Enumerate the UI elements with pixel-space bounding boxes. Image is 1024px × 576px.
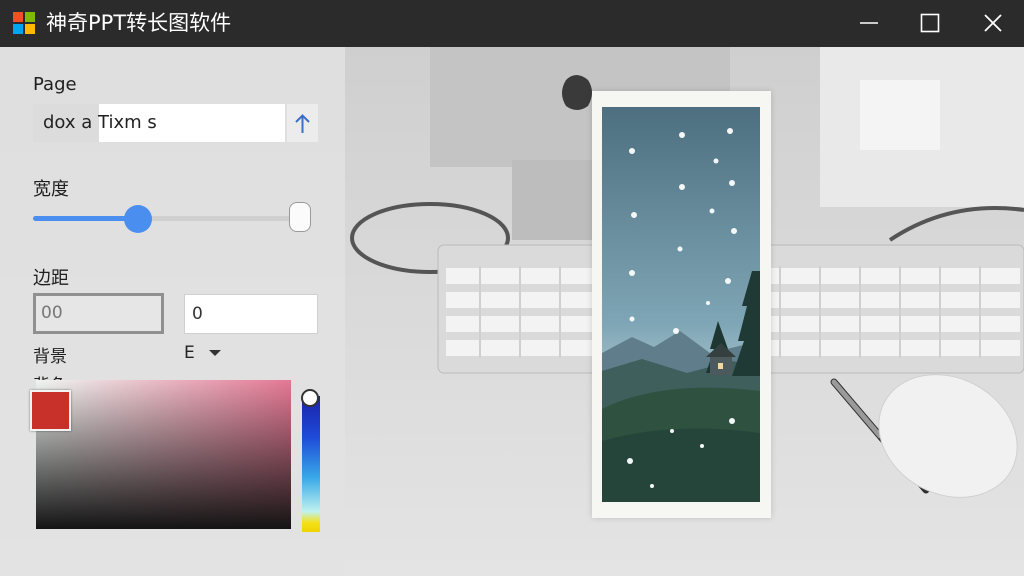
app-logo-icon xyxy=(13,12,35,34)
color-picker-area[interactable] xyxy=(36,380,291,529)
window-title: 神奇PPT转长图软件 xyxy=(46,11,232,35)
margin-input-1[interactable]: 00 xyxy=(33,293,164,334)
page-input[interactable]: dox a Tixm s xyxy=(33,104,285,142)
landscape-illustration xyxy=(602,107,760,502)
background-dropdown[interactable]: E xyxy=(184,343,222,363)
width-slider-end-handle[interactable] xyxy=(289,202,311,232)
hue-slider-thumb[interactable] xyxy=(301,389,319,407)
close-button[interactable] xyxy=(962,0,1024,47)
margin-input-2[interactable]: 0 xyxy=(184,294,318,334)
minimize-icon xyxy=(860,22,878,24)
minimize-button[interactable] xyxy=(838,0,900,47)
background-dropdown-value: E xyxy=(184,343,195,363)
width-slider-thumb[interactable] xyxy=(123,205,152,233)
width-slider-fill xyxy=(33,216,138,221)
title-bar: 神奇PPT转长图软件 xyxy=(0,0,1024,47)
chevron-down-icon xyxy=(209,350,222,356)
page-label: Page xyxy=(33,74,77,95)
margin-label: 边距 xyxy=(33,268,69,289)
background-label: 背景 xyxy=(33,347,67,367)
width-label: 宽度 xyxy=(33,179,69,200)
maximize-icon xyxy=(920,13,940,33)
arrow-up-icon xyxy=(295,114,310,133)
hue-slider[interactable] xyxy=(302,396,320,532)
page-up-button[interactable] xyxy=(287,104,318,142)
maximize-button[interactable] xyxy=(899,0,961,47)
close-icon xyxy=(984,14,1002,32)
long-image-preview xyxy=(592,91,771,518)
selected-color-swatch[interactable] xyxy=(30,390,71,431)
